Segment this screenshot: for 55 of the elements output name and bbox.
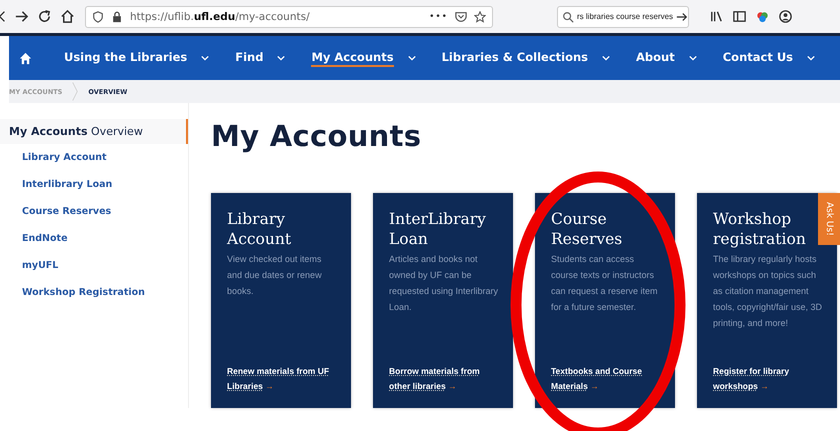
home-icon[interactable]: [19, 52, 32, 64]
card-title: InterLibrary Loan: [389, 209, 487, 249]
card-title: Workshop registration: [713, 209, 807, 249]
card-description: View checked out items and due dates or renew books.: [227, 253, 323, 298]
card-description: The library regularly hosts workshops on topics such as citation management tools, copyright/fair use, 3D printing, and more!: [713, 253, 824, 330]
card-link[interactable]: Borrow materials from other libraries →: [389, 364, 503, 394]
arrow-icon: →: [760, 379, 769, 394]
card-link[interactable]: Textbooks and Course Materials →: [551, 364, 665, 394]
sidebar-link[interactable]: myUFL: [0, 252, 188, 279]
arrow-icon: →: [448, 379, 457, 394]
nav-menu-item[interactable]: My Accounts: [311, 46, 416, 70]
page-title: My Accounts: [211, 119, 422, 153]
search-icon: [562, 10, 574, 22]
card-description: Students can access course texts or instructors can request a reserve item for a future semester.: [551, 253, 659, 314]
star-icon[interactable]: [474, 10, 486, 22]
card-description: Articles and books not owned by UF can be requested using Interlibrary Loan.: [389, 253, 500, 314]
arrow-icon: →: [590, 379, 599, 394]
sidebar-icon[interactable]: [732, 9, 747, 24]
card-title: Course Reserves: [551, 209, 624, 249]
card-title: Library Account: [227, 209, 292, 249]
card-link[interactable]: Renew materials from UF Libraries →: [227, 364, 341, 394]
page-actions-menu[interactable]: •••: [429, 12, 448, 22]
lock-icon: [111, 10, 123, 22]
home-icon[interactable]: [60, 9, 75, 24]
search-field[interactable]: rs libraries course reserves: [557, 6, 689, 28]
breadcrumb-separator-icon: [72, 80, 78, 103]
sidebar-link[interactable]: Interlibrary Loan: [0, 171, 188, 198]
go-arrow-icon[interactable]: [676, 10, 688, 22]
address-bar[interactable]: https://uflib.ufl.edu/my-accounts/ •••: [85, 6, 493, 28]
nav-menu-item[interactable]: Find: [235, 46, 286, 70]
url-text: https://uflib.ufl.edu/my-accounts/: [130, 10, 310, 22]
chevron-down-icon: [602, 55, 610, 61]
forward-icon[interactable]: [14, 9, 29, 24]
shield-icon: [92, 10, 104, 22]
chevron-down-icon: [807, 55, 816, 61]
nav-menu-item[interactable]: Contact Us: [722, 46, 816, 70]
sidebar-link[interactable]: EndNote: [0, 225, 188, 252]
chevron-down-icon: [277, 55, 286, 61]
nav-menu-item[interactable]: Libraries & Collections: [442, 46, 610, 70]
card-link[interactable]: Register for library workshops →: [713, 364, 827, 394]
sidebar-link[interactable]: Course Reserves: [0, 198, 188, 225]
account-icon[interactable]: [778, 9, 793, 24]
library-icon[interactable]: [709, 9, 724, 24]
reload-icon[interactable]: [37, 9, 52, 24]
sidebar-heading[interactable]: My Accounts Overview: [0, 119, 188, 144]
pocket-icon[interactable]: [455, 10, 467, 22]
chevron-down-icon: [201, 55, 210, 61]
arrow-icon: →: [265, 379, 274, 394]
back-icon[interactable]: [0, 9, 6, 24]
chevron-down-icon: [688, 55, 697, 61]
chevron-down-icon: [408, 55, 416, 61]
sidebar-link[interactable]: Workshop Registration: [0, 279, 188, 306]
sidebar-link[interactable]: Library Account: [0, 144, 188, 171]
nav-menu-item[interactable]: About: [636, 46, 697, 70]
nav-menu-item[interactable]: Using the Libraries: [64, 46, 210, 70]
